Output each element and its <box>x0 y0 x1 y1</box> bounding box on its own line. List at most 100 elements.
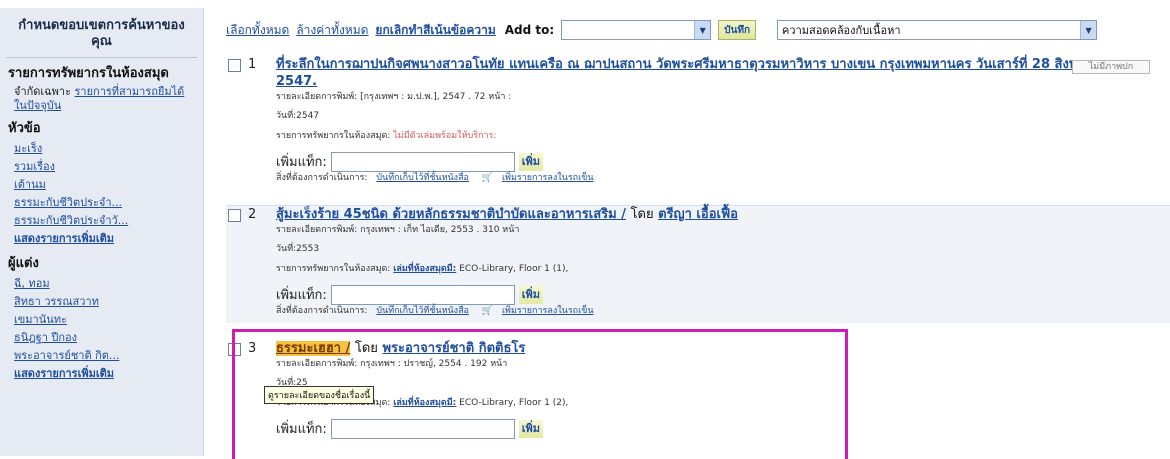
result-details: รายละเอียดการพิมพ์: กรุงเทพฯ : ปราชญ์, 2… <box>276 358 1106 370</box>
result-item: 2 สู้มะเร็งร้าย 45ชนิด ด้วยหลักธรรมชาติบ… <box>226 205 1170 323</box>
author-item: ฉี, ทอม <box>14 275 195 293</box>
add-to-select[interactable]: ▼ <box>561 20 712 40</box>
author-item: ธนิฎฐา ปีกอง <box>14 329 195 347</box>
author-item: เขมานันทะ <box>14 311 195 329</box>
subject-link[interactable]: รวมเรื่อง <box>14 160 55 173</box>
result-title-line: สู้มะเร็งร้าย 45ชนิด ด้วยหลักธรรมชาติบำบ… <box>276 206 1106 223</box>
save-to-shelf-link[interactable]: บันทึกเก็บไว้ที่ชั้นหนังสือ <box>376 173 469 183</box>
add-to-cart-link[interactable]: เพิ่มรายการลงในรถเข็น <box>502 173 594 183</box>
details-value: [กรุงเทพฯ : ม.ป.พ.], 2547 . 72 หน้า : <box>360 92 512 102</box>
holdings-available-link[interactable]: เล่มที่ห้องสมุดมี: <box>393 398 456 408</box>
result-details: รายละเอียดการพิมพ์: กรุงเทพฯ : เก็ท ไอเด… <box>276 224 1106 236</box>
result-date: วันที่:2553 <box>276 242 1106 256</box>
by-label: โดย <box>354 341 378 356</box>
subject-show-more-link[interactable]: แสดงรายการเพิ่มเติม <box>14 232 114 245</box>
date-value: 2547 <box>296 111 320 121</box>
result-holdings: รายการทรัพยากรในห้องสมุด: เล่มที่ห้องสมุ… <box>276 396 1106 410</box>
chevron-down-icon: ▼ <box>694 21 711 39</box>
result-author-link[interactable]: ตรีญา เอื้อเฟื้อ <box>658 207 738 222</box>
section-heading-subject: หัวข้อ <box>8 121 41 136</box>
holdings-label: รายการทรัพยากรในห้องสมุด: <box>276 264 391 274</box>
add-tag-button[interactable]: เพิ่ม <box>518 285 544 304</box>
sort-select[interactable]: ความสอดคล้องกับเนื้อหา ▼ <box>777 20 1098 40</box>
subject-item: เต้านม <box>14 176 195 194</box>
tag-row: เพิ่มแท็ก: เพิ่ม <box>276 284 1106 305</box>
result-title-line: ธรรมะเฮฮา / โดย พระอาจารย์ชาติ กิตติธโร <box>276 340 1106 357</box>
result-number: 2 <box>248 207 257 222</box>
result-title-link[interactable]: สู้มะเร็งร้าย 45ชนิด ด้วยหลักธรรมชาติบำบ… <box>276 207 626 222</box>
author-list: ฉี, ทอม สิทธา วรรณสวาท เขมานันทะ ธนิฎฐา … <box>14 275 195 383</box>
title-tooltip: ดูรายละเอียดของชื่อเรื่องนี้ <box>264 386 375 404</box>
holdings-location: ECO-Library, Floor 1 (2), <box>459 398 569 408</box>
holdings-label: รายการทรัพยากรในห้องสมุด: <box>276 131 391 141</box>
subject-item: แสดงรายการเพิ่มเติม <box>14 230 195 248</box>
tag-input[interactable] <box>330 151 515 172</box>
subject-link[interactable]: ธรรมะกับชีวิตประจำวั... <box>14 214 128 227</box>
result-actions: สิ่งที่ต้องการดำเนินการ: บันทึกเก็บไว้ที… <box>276 305 1106 317</box>
result-checkbox[interactable] <box>228 209 241 222</box>
details-label: รายละเอียดการพิมพ์: <box>276 92 358 102</box>
result-body: ธรรมะเฮฮา / โดย พระอาจารย์ชาติ กิตติธโร … <box>276 340 1106 439</box>
date-value: 2553 <box>296 244 320 254</box>
author-link[interactable]: สิทธา วรรณสวาท <box>14 295 99 308</box>
result-date: วันที่:25 <box>276 376 1106 390</box>
subject-link[interactable]: มะเร็ง <box>14 142 42 155</box>
tag-input[interactable] <box>330 418 515 439</box>
refine-sidebar: กำหนดขอบเขตการค้นหาของคุณ รายการทรัพยากร… <box>0 8 204 456</box>
holdings-location: ECO-Library, Floor 1 (1), <box>459 264 569 274</box>
holdings-status: ไม่มีตัวเล่มพร้อมให้บริการ: <box>393 131 497 141</box>
author-item: พระอาจารย์ชาติ กิต... <box>14 347 195 365</box>
limit-available: จำกัดเฉพาะ รายการที่สามารถยืมได้ในปัจจุบ… <box>14 85 195 113</box>
by-label: โดย <box>630 207 654 222</box>
tag-input[interactable] <box>330 284 515 305</box>
result-details: รายละเอียดการพิมพ์: [กรุงเทพฯ : ม.ป.พ.],… <box>276 91 1106 103</box>
select-all-link[interactable]: เลือกทั้งหมด <box>226 21 289 40</box>
details-value: กรุงเทพฯ : เก็ท ไอเดีย, 2553 . 310 หน้า <box>360 225 520 235</box>
tag-label: เพิ่มแท็ก: <box>276 288 327 303</box>
clear-all-link[interactable]: ล้างค่าทั้งหมด <box>296 21 368 40</box>
details-label: รายละเอียดการพิมพ์: <box>276 225 358 235</box>
result-holdings: รายการทรัพยากรในห้องสมุด: ไม่มีตัวเล่มพร… <box>276 129 1106 143</box>
add-tag-button[interactable]: เพิ่ม <box>518 419 544 438</box>
cart-icon: 🛒 <box>481 173 494 183</box>
subject-item: มะเร็ง <box>14 140 195 158</box>
add-to-cart-link[interactable]: เพิ่มรายการลงในรถเข็น <box>502 306 594 316</box>
result-item: 1 ที่ระลึกในการฌาปนกิจศพนางสาวอโนทัย แทน… <box>226 56 1170 198</box>
result-body: ที่ระลึกในการฌาปนกิจศพนางสาวอโนทัย แทนเค… <box>276 56 1106 184</box>
details-value: กรุงเทพฯ : ปราชญ์, 2554 . 192 หน้า <box>360 359 508 369</box>
author-item: แสดงรายการเพิ่มเติม <box>14 365 195 383</box>
author-link[interactable]: เขมานันทะ <box>14 313 67 326</box>
subject-list: มะเร็ง รวมเรื่อง เต้านม ธรรมะกับชีวิตประ… <box>14 140 195 248</box>
author-show-more-link[interactable]: แสดงรายการเพิ่มเติม <box>14 367 114 380</box>
save-to-shelf-link[interactable]: บันทึกเก็บไว้ที่ชั้นหนังสือ <box>376 306 469 316</box>
tag-row: เพิ่มแท็ก: เพิ่ม <box>276 151 1106 172</box>
date-label: วันที่: <box>276 111 297 121</box>
subject-link[interactable]: เต้านม <box>14 178 46 191</box>
author-link[interactable]: ฉี, ทอม <box>14 277 50 290</box>
result-title-link[interactable]: ธรรมะเฮฮา / <box>276 341 351 356</box>
add-tag-button[interactable]: เพิ่ม <box>518 152 544 171</box>
chevron-down-icon: ▼ <box>1080 21 1097 39</box>
author-link[interactable]: ธนิฎฐา ปีกอง <box>14 331 77 344</box>
date-label: วันที่: <box>276 244 297 254</box>
details-label: รายละเอียดการพิมพ์: <box>276 359 358 369</box>
result-holdings: รายการทรัพยากรในห้องสมุด: เล่มที่ห้องสมุ… <box>276 262 1106 276</box>
add-to-label: Add to: <box>504 23 555 37</box>
unhighlight-link[interactable]: ยกเลิกทำสีเน้นข้อความ <box>375 21 495 40</box>
result-date: วันที่:2547 <box>276 109 1106 123</box>
limit-prefix: จำกัดเฉพาะ <box>14 85 72 98</box>
result-title-link[interactable]: ที่ระลึกในการฌาปนกิจศพนางสาวอโนทัย แทนเค… <box>276 57 1102 89</box>
tag-row: เพิ่มแท็ก: เพิ่ม <box>276 418 1106 439</box>
subject-link[interactable]: ธรรมะกับชีวิตประจำ... <box>14 196 122 209</box>
result-title-line: ที่ระลึกในการฌาปนกิจศพนางสาวอโนทัย แทนเค… <box>276 56 1106 90</box>
result-body: สู้มะเร็งร้าย 45ชนิด ด้วยหลักธรรมชาติบำบ… <box>276 206 1106 317</box>
result-checkbox[interactable] <box>228 343 241 356</box>
author-link[interactable]: พระอาจารย์ชาติ กิต... <box>14 349 119 362</box>
save-button[interactable]: บันทึก <box>718 20 757 40</box>
section-heading-holdings: รายการทรัพยากรในห้องสมุด <box>8 66 169 81</box>
result-checkbox[interactable] <box>228 59 241 72</box>
result-author-link[interactable]: พระอาจารย์ชาติ กิตติธโร <box>382 341 525 356</box>
holdings-available-link[interactable]: เล่มที่ห้องสมุดมี: <box>393 264 456 274</box>
actions-label: สิ่งที่ต้องการดำเนินการ: <box>276 306 368 316</box>
result-actions: สิ่งที่ต้องการดำเนินการ: บันทึกเก็บไว้ที… <box>276 172 1106 184</box>
